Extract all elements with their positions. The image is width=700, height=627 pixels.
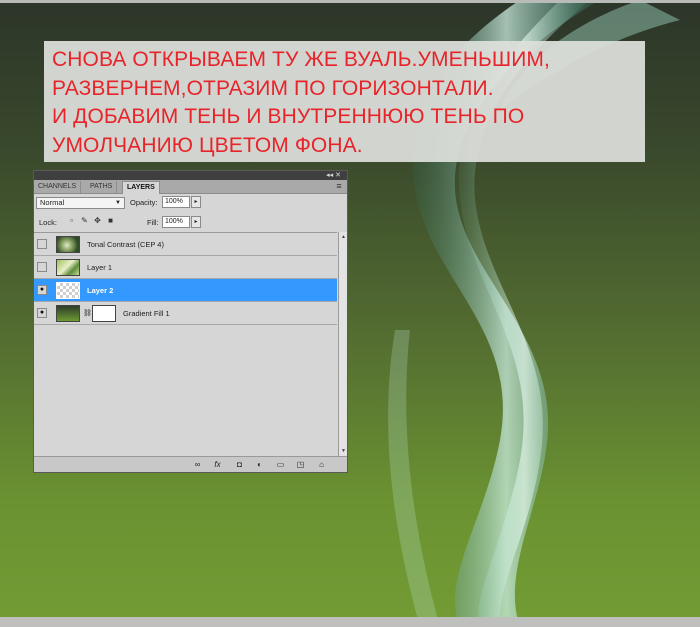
scroll-down-icon[interactable]: ▼: [340, 448, 347, 454]
lock-position-icon[interactable]: ✥: [93, 216, 102, 226]
fill-input[interactable]: 100%: [162, 216, 190, 228]
caption-line: И ДОБАВИМ ТЕНЬ И ВНУТРЕННЮЮ ТЕНЬ ПО: [52, 105, 525, 128]
blend-mode-select[interactable]: Normal ▼: [36, 197, 125, 209]
opacity-input[interactable]: 100%: [162, 196, 190, 208]
collapse-icon[interactable]: ◂◂ ✕: [326, 171, 341, 180]
fill-label: Fill:: [147, 218, 159, 227]
caption-line: СНОВА ОТКРЫВАЕМ ТУ ЖЕ ВУАЛЬ.УМЕНЬШИМ,: [52, 48, 550, 71]
panel-menu-icon[interactable]: ≡: [334, 181, 344, 191]
tutorial-caption: СНОВА ОТКРЫВАЕМ ТУ ЖЕ ВУАЛЬ.УМЕНЬШИМ, РА…: [44, 41, 645, 162]
caption-line: УМОЛЧАНИЮ ЦВЕТОМ ФОНА.: [52, 133, 363, 157]
adjustment-icon[interactable]: ◐: [254, 460, 265, 470]
lock-label: Lock:: [39, 218, 57, 227]
scroll-up-icon[interactable]: ▲: [340, 234, 347, 240]
folder-icon[interactable]: ▭: [275, 460, 286, 470]
layer-row[interactable]: Layer 1: [34, 256, 337, 279]
panel-title-bar[interactable]: ◂◂ ✕: [34, 171, 347, 180]
layer-thumbnail: [56, 305, 80, 322]
layer-mask-thumbnail: [92, 305, 116, 322]
chevron-down-icon: ▼: [115, 200, 121, 206]
layer-thumbnail: [56, 236, 80, 253]
layer-row-selected[interactable]: ● Layer 2: [34, 279, 337, 302]
fill-slider-button[interactable]: ▸: [191, 216, 201, 228]
layer-name: Tonal Contrast (CEP 4): [87, 240, 164, 249]
top-border: [0, 0, 700, 3]
mask-icon[interactable]: ◘: [234, 460, 245, 470]
layer-name: Gradient Fill 1: [123, 309, 170, 318]
lock-all-icon[interactable]: ■: [106, 216, 115, 226]
eye-icon[interactable]: ●: [37, 285, 47, 295]
visibility-toggle[interactable]: [37, 239, 47, 249]
lock-image-icon[interactable]: ✎: [80, 216, 89, 226]
caption-line: РАЗВЕРНЕМ,ОТРАЗИМ ПО ГОРИЗОНТАЛИ.: [52, 76, 494, 100]
opacity-slider-button[interactable]: ▸: [191, 196, 201, 208]
bottom-bar: [0, 617, 700, 627]
blend-mode-value: Normal: [40, 198, 65, 207]
fx-icon[interactable]: fx: [212, 460, 223, 470]
tab-paths[interactable]: PATHS: [86, 181, 118, 193]
layer-thumbnail: [56, 282, 80, 299]
eye-icon[interactable]: ●: [37, 308, 47, 318]
link-icon[interactable]: ∞: [192, 460, 203, 470]
layer-thumbnail: [56, 259, 80, 276]
layer-name: Layer 1: [87, 263, 113, 272]
visibility-toggle[interactable]: [37, 262, 47, 272]
layer-row[interactable]: Tonal Contrast (CEP 4): [34, 233, 337, 256]
panel-footer: ∞ fx ◘ ◐ ▭ ◳ ⌂: [34, 456, 347, 472]
layer-name: Layer 2: [87, 286, 114, 295]
panel-tabs: CHANNELS PATHS LAYERS ≡: [34, 180, 347, 194]
tab-layers[interactable]: LAYERS: [122, 181, 160, 194]
lock-transparent-icon[interactable]: ▫: [67, 216, 76, 226]
link-icon: ⛓: [83, 310, 92, 317]
trash-icon[interactable]: ⌂: [316, 460, 327, 470]
layer-row[interactable]: ● ⛓ Gradient Fill 1: [34, 302, 337, 325]
scrollbar[interactable]: ▲ ▼: [338, 232, 347, 456]
opacity-label: Opacity:: [130, 198, 158, 207]
layer-list: Tonal Contrast (CEP 4) Layer 1 ● Layer 2…: [34, 232, 337, 457]
tab-channels[interactable]: CHANNELS: [34, 181, 82, 193]
new-layer-icon[interactable]: ◳: [295, 460, 306, 470]
layers-panel: ◂◂ ✕ CHANNELS PATHS LAYERS ≡ Normal ▼ Op…: [33, 170, 348, 473]
